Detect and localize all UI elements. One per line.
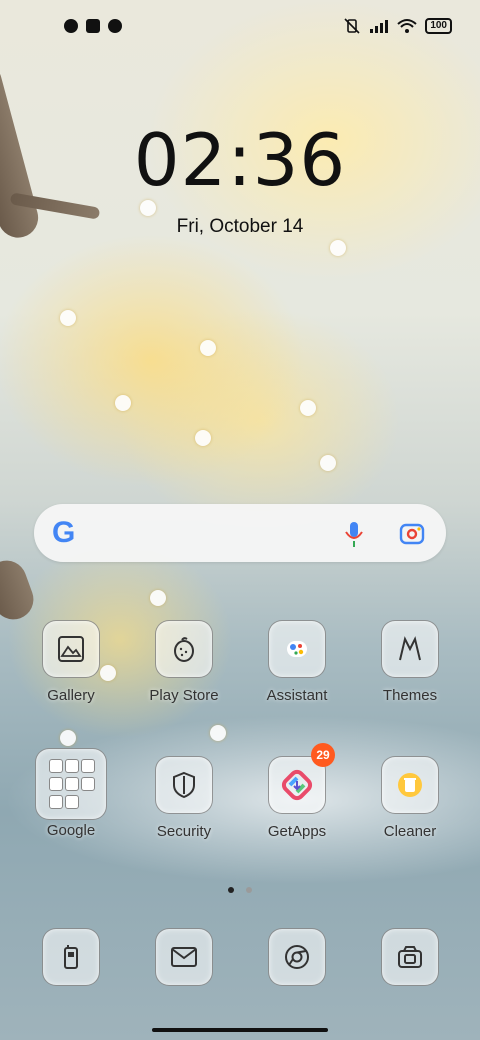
chrome-icon — [268, 928, 326, 986]
dock-phone[interactable] — [21, 928, 121, 986]
phone-icon — [42, 928, 100, 986]
app-label: Assistant — [266, 687, 328, 704]
status-bar: 100 — [0, 0, 480, 56]
flower — [210, 725, 226, 741]
flower — [150, 590, 166, 606]
app-security[interactable]: Security — [134, 756, 234, 840]
gallery-icon — [42, 620, 100, 678]
notification-badge: 29 — [311, 743, 335, 767]
app-play-store[interactable]: Play Store — [134, 620, 234, 704]
flower — [60, 310, 76, 326]
assistant-icon — [268, 620, 326, 678]
gesture-bar[interactable] — [152, 1028, 328, 1032]
getapps-icon: 29 — [268, 743, 335, 814]
notification-icon — [108, 19, 122, 33]
app-gallery[interactable]: Gallery — [21, 620, 121, 704]
notification-icon — [64, 19, 78, 33]
search-bar[interactable]: G — [34, 504, 446, 562]
app-label: Cleaner — [383, 823, 437, 840]
app-label: Gallery — [47, 687, 95, 704]
flower — [330, 240, 346, 256]
page-dot — [246, 887, 253, 893]
google-logo-icon: G — [52, 516, 76, 549]
date[interactable]: Fri, October 14 — [0, 216, 480, 238]
app-label: Play Store — [149, 687, 219, 704]
flower — [200, 340, 216, 356]
mic-icon[interactable] — [344, 520, 364, 548]
app-label: Security — [156, 823, 212, 840]
google-folder-icon — [35, 748, 107, 820]
app-google-folder[interactable]: Google — [21, 748, 121, 839]
notification-icons — [64, 19, 122, 33]
app-label: Themes — [382, 687, 438, 704]
app-themes[interactable]: Themes — [360, 620, 460, 704]
cleaner-icon — [381, 756, 439, 814]
system-icons: 100 — [343, 18, 452, 34]
app-getapps[interactable]: 29 GetApps — [247, 743, 347, 840]
flower — [320, 455, 336, 471]
camera-icon — [381, 928, 439, 986]
dock-camera[interactable] — [360, 928, 460, 986]
messages-icon — [155, 928, 213, 986]
flower — [60, 730, 76, 746]
flower — [140, 200, 156, 216]
page-indicator — [0, 880, 480, 898]
app-assistant[interactable]: Assistant — [247, 620, 347, 704]
shield-icon — [155, 756, 213, 814]
flower — [115, 395, 131, 411]
dock-messages[interactable] — [134, 928, 234, 986]
wifi-icon — [397, 19, 417, 33]
app-label: GetApps — [267, 823, 327, 840]
dock-chrome[interactable] — [247, 928, 347, 986]
app-cleaner[interactable]: Cleaner — [360, 756, 460, 840]
page-dot-active — [227, 887, 234, 893]
flower — [300, 400, 316, 416]
play-store-icon — [155, 620, 213, 678]
clock[interactable]: 02:36 — [0, 118, 480, 202]
battery-indicator: 100 — [425, 18, 452, 34]
app-label: Google — [46, 822, 96, 839]
signal-icon — [370, 20, 389, 33]
themes-icon — [381, 620, 439, 678]
tree-branch — [0, 554, 40, 626]
vibrate-off-icon — [344, 18, 360, 34]
lens-icon[interactable] — [398, 520, 426, 548]
notification-icon — [86, 19, 100, 33]
flower — [195, 430, 211, 446]
